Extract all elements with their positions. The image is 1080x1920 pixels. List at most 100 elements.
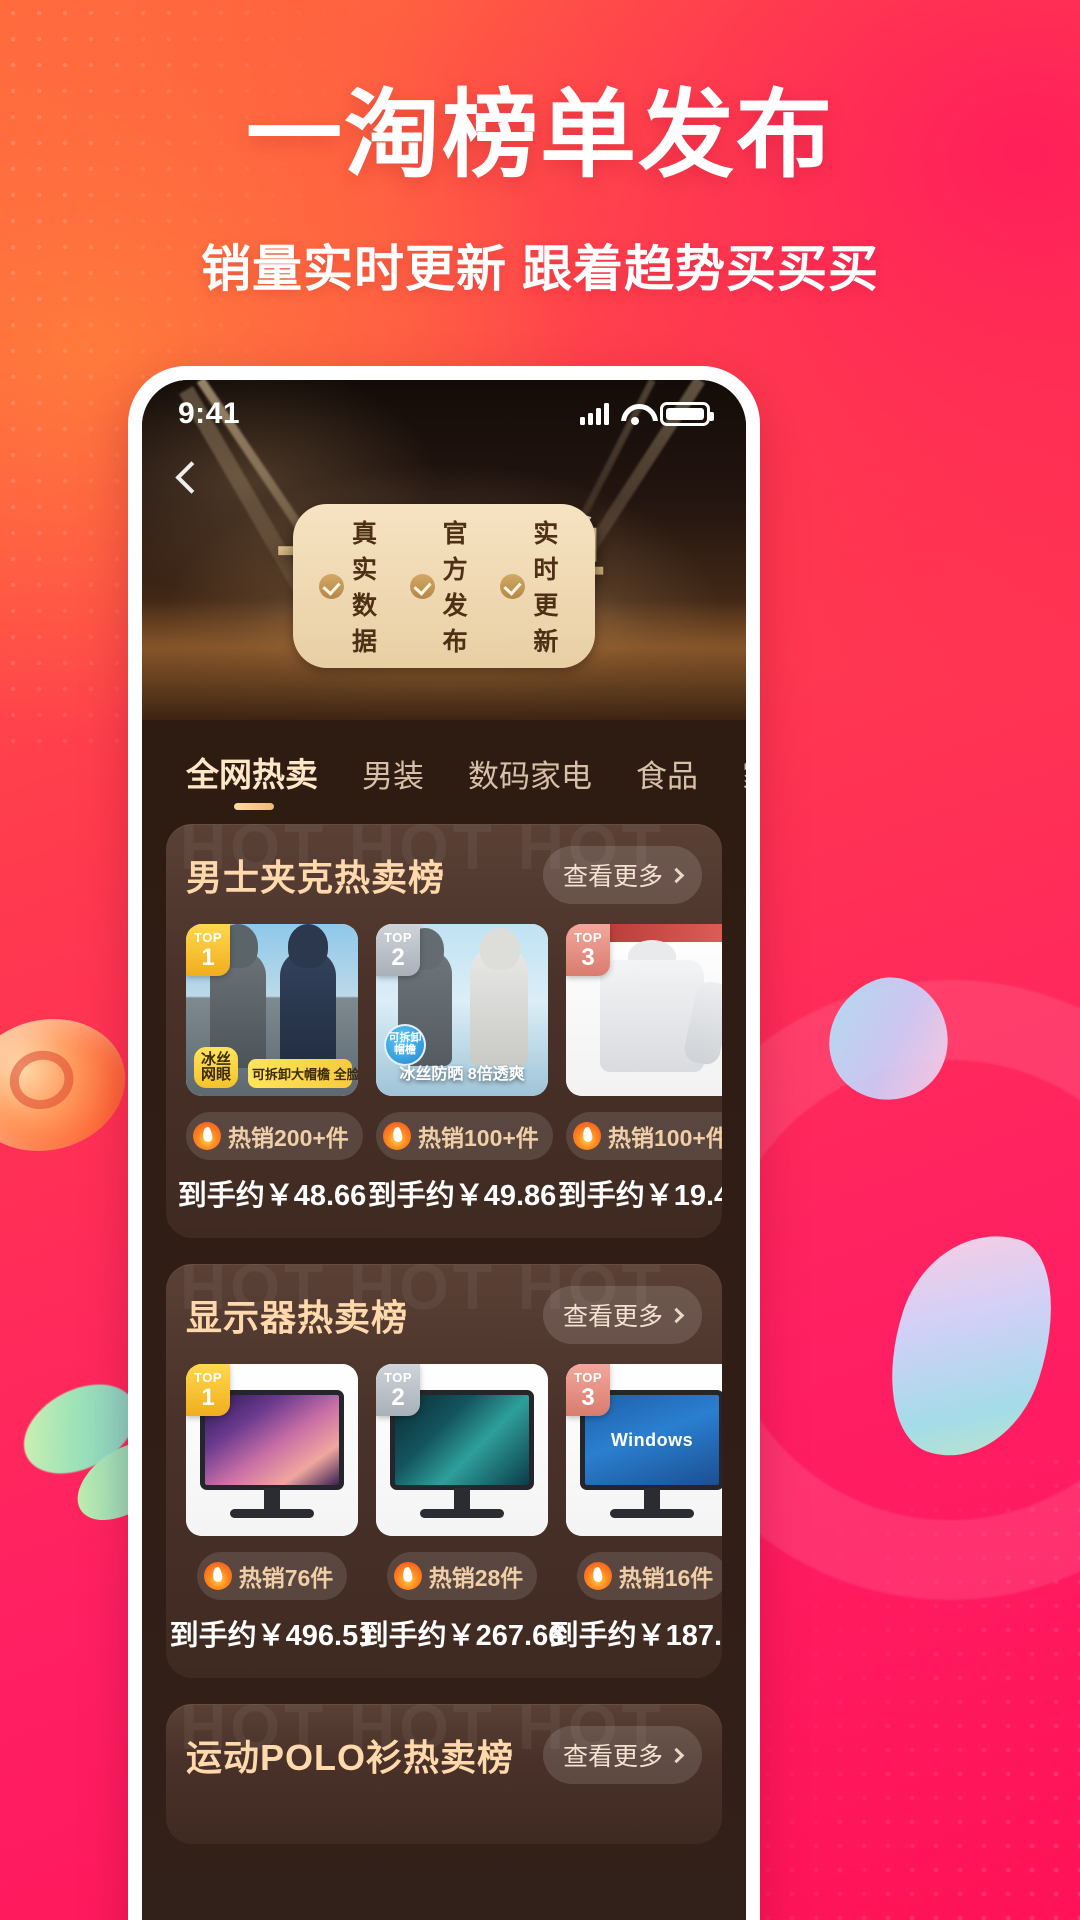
- product-meta: 热销100+件 到手约￥49.86: [368, 1096, 556, 1214]
- product-item[interactable]: TOP 1 冰丝网眼 可拆卸大帽檐 全脸防晒: [178, 924, 366, 1214]
- product-price: 到手约￥19.41: [557, 1180, 722, 1212]
- rank-badge: TOP 3: [566, 1364, 610, 1416]
- badge-label: 官方发布: [442, 520, 468, 656]
- sales-text: 热销100+件: [418, 1125, 539, 1151]
- product-thumbnail[interactable]: TOP 2: [376, 1364, 548, 1536]
- fire-icon: [393, 1562, 422, 1590]
- status-icons: [580, 402, 714, 426]
- product-item[interactable]: TOP 1 热销76件 到手约￥496.51: [170, 1364, 374, 1654]
- view-more-button[interactable]: 查看更多: [542, 846, 702, 904]
- view-more-label: 查看更多: [562, 1303, 663, 1331]
- card-title: 运动POLO衫热卖榜: [186, 1737, 515, 1778]
- ranking-card-polo: HOT HOT HOT 运动POLO衫热卖榜 查看更多: [166, 1704, 722, 1844]
- fire-icon: [193, 1122, 221, 1150]
- product-price: 到手约￥496.51: [169, 1620, 375, 1652]
- product-list: TOP 1 热销76件 到手约￥496.51 TOP 2 热销28件 到手约￥2…: [170, 1364, 722, 1654]
- product-item[interactable]: TOP 2 可拆卸 帽檐 冰丝防晒 8倍透爽 热销100+件 到手约￥49.86: [368, 924, 556, 1214]
- rank-badge: TOP 3: [566, 924, 610, 976]
- ranking-card-list: HOT HOT HOT 男士夹克热卖榜 查看更多 TOP 1 冰丝 网眼 可拆卸…: [142, 818, 746, 1844]
- product-meta: 热销100+件 到手约￥19.41: [558, 1096, 722, 1214]
- rank-label: TOP: [194, 1369, 222, 1385]
- product-thumbnail[interactable]: TOP 3: [566, 924, 722, 1096]
- tab-nanzhuang[interactable]: 男装: [340, 751, 446, 818]
- product-price: 到手约￥48.66: [177, 1180, 367, 1212]
- product-list: TOP 1 冰丝网眼 可拆卸大帽檐 全脸防晒: [178, 924, 722, 1214]
- status-bar: 9:41: [142, 380, 746, 448]
- battery-icon: [660, 402, 714, 426]
- rank-badge: TOP 1: [186, 1364, 230, 1416]
- sales-badge: 热销28件: [386, 1552, 538, 1600]
- product-thumbnail[interactable]: TOP 2 可拆卸 帽檐 冰丝防晒 8倍透爽: [376, 924, 548, 1096]
- product-overlay-strip: 可拆卸大帽檐 全脸防晒: [248, 1059, 358, 1088]
- card-header: 运动POLO衫热卖榜 查看更多: [186, 1726, 702, 1784]
- badge-label: 真实数据: [352, 520, 378, 656]
- tab-quanwangremai[interactable]: 全网热卖: [168, 748, 340, 818]
- app-content: 全网热卖 男装 数码家电 食品 家居家装 HOT HOT HOT 男士夹克热卖榜…: [142, 720, 746, 1920]
- sales-text: 热销76件: [238, 1565, 334, 1591]
- chevron-right-icon: [668, 867, 685, 883]
- tab-shipin[interactable]: 食品: [614, 751, 720, 818]
- sales-badge: 热销100+件: [566, 1112, 722, 1160]
- sales-badge: 热销200+件: [186, 1112, 363, 1160]
- product-thumbnail[interactable]: TOP 3 Windows: [566, 1364, 722, 1536]
- phone-mockup: 9:41 一淘榜单 真实数据: [128, 366, 760, 1920]
- product-overlay-tag: 冰丝 网眼: [194, 1046, 239, 1088]
- rank-number: 3: [581, 943, 595, 971]
- product-item[interactable]: TOP 2 热销28件 到手约￥267.66: [360, 1364, 564, 1654]
- back-chevron-icon[interactable]: [170, 462, 204, 496]
- rank-badge: TOP 1: [186, 924, 230, 976]
- view-more-label: 查看更多: [562, 1743, 663, 1771]
- product-meta: 热销76件 到手约￥496.51: [170, 1536, 374, 1654]
- promo-copy: 一淘榜单发布 销量实时更新 跟着趋势买买买: [0, 82, 1080, 301]
- product-price: 到手约￥267.66: [359, 1620, 565, 1652]
- chevron-right-icon: [668, 1307, 685, 1323]
- sales-badge: 热销100+件: [376, 1112, 553, 1160]
- view-more-label: 查看更多: [562, 863, 663, 891]
- sales-text: 热销28件: [428, 1565, 524, 1591]
- product-meta: 热销28件 到手约￥267.66: [360, 1536, 564, 1654]
- check-circle-icon: [500, 573, 526, 599]
- wifi-icon: [621, 404, 648, 425]
- product-item[interactable]: TOP 3 Windows 热销16件 到手约￥187.: [550, 1364, 722, 1654]
- product-item[interactable]: TOP 3 热销100+件 到手约￥19.: [558, 924, 722, 1214]
- screen-label: Windows: [610, 1429, 694, 1450]
- product-meta: 热销200+件 到手约￥48.66: [178, 1096, 366, 1214]
- phone-screen: 9:41 一淘榜单 真实数据: [142, 380, 746, 1920]
- promo-subtitle: 销量实时更新 跟着趋势买买买: [201, 240, 879, 297]
- badge-item: 官方发布: [409, 514, 479, 658]
- sales-text: 热销100+件: [608, 1125, 722, 1151]
- fire-icon: [573, 1122, 601, 1150]
- rank-label: TOP: [574, 1369, 602, 1385]
- rank-badge: TOP 2: [376, 924, 420, 976]
- card-title: 男士夹克热卖榜: [186, 857, 446, 898]
- badge-label: 实时更新: [533, 520, 559, 656]
- check-circle-icon: [319, 573, 344, 599]
- card-title: 显示器热卖榜: [186, 1297, 409, 1338]
- ranking-card-monitors: HOT HOT HOT 显示器热卖榜 查看更多 TOP 1 热销76件 到手约￥…: [166, 1264, 722, 1678]
- sales-badge: 热销76件: [196, 1552, 348, 1600]
- tab-shumajiadian[interactable]: 数码家电: [446, 751, 614, 818]
- product-price: 到手约￥187.06: [549, 1620, 722, 1652]
- tab-jiajujiazhuang[interactable]: 家居家装: [720, 751, 746, 818]
- promo-title: 一淘榜单发布: [246, 82, 834, 189]
- badge-item: 真实数据: [319, 514, 388, 658]
- rank-number: 1: [201, 943, 215, 971]
- hero-badges: 真实数据 官方发布 实时更新: [293, 504, 595, 668]
- rank-label: TOP: [194, 929, 222, 945]
- sales-text: 热销200+件: [228, 1125, 349, 1151]
- sales-badge: 热销16件: [576, 1552, 722, 1600]
- rank-label: TOP: [384, 1369, 412, 1385]
- status-time: 9:41: [178, 397, 241, 430]
- fire-icon: [203, 1562, 232, 1590]
- category-tabs: 全网热卖 男装 数码家电 食品 家居家装: [142, 720, 746, 818]
- view-more-button[interactable]: 查看更多: [542, 1726, 702, 1784]
- chevron-right-icon: [668, 1747, 685, 1763]
- product-thumbnail[interactable]: TOP 1: [186, 1364, 358, 1536]
- fire-icon: [383, 1122, 411, 1150]
- check-circle-icon: [409, 573, 435, 599]
- product-thumbnail[interactable]: TOP 1 冰丝网眼 可拆卸大帽檐 全脸防晒: [186, 924, 358, 1096]
- sales-text: 热销16件: [618, 1565, 714, 1591]
- rank-number: 2: [391, 1383, 405, 1411]
- view-more-button[interactable]: 查看更多: [542, 1286, 702, 1344]
- rank-label: TOP: [574, 929, 602, 945]
